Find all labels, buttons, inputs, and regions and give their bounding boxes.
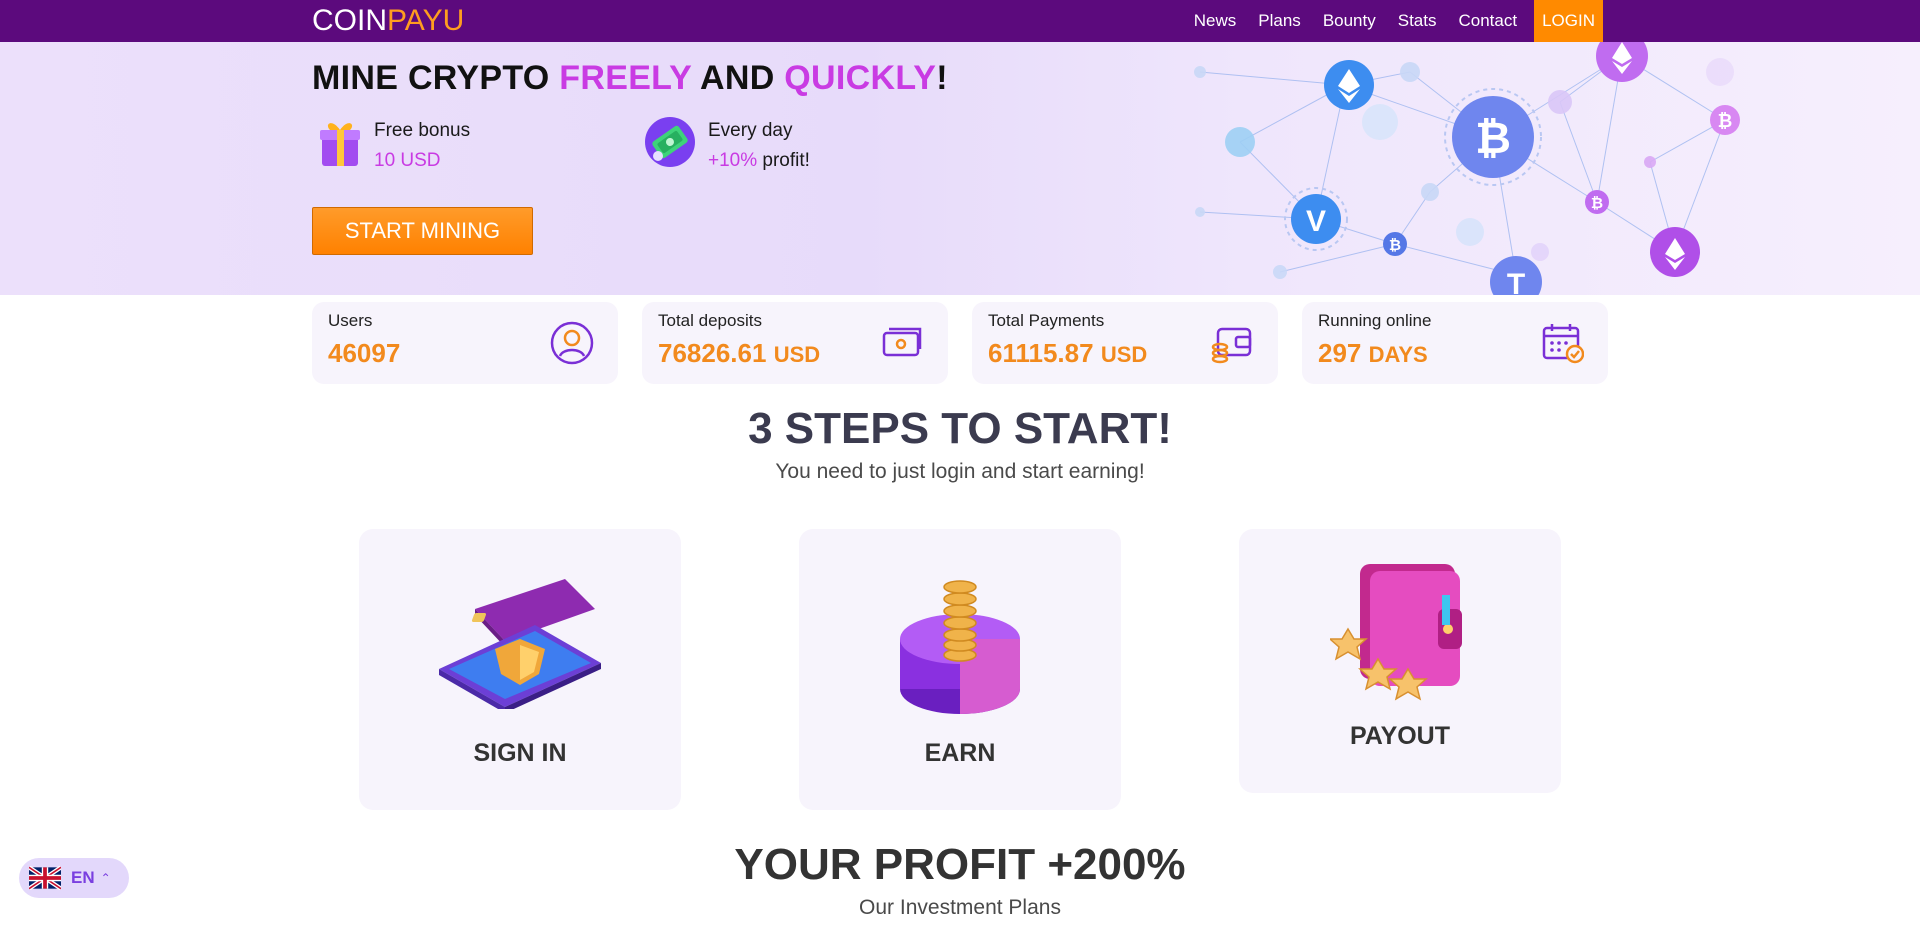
crypto-network-illustration: ₿ V T ₿ ₿ ₿	[1194, 42, 1740, 295]
stat-users: Users 46097	[312, 302, 618, 384]
step-payout: PAYOUT	[1239, 529, 1561, 793]
stat-number: 61115.87	[988, 338, 1094, 368]
hero-title-part: MINE CRYPTO	[312, 59, 560, 97]
ethereum-purple-node-icon	[1596, 42, 1648, 82]
ethereum-node-icon	[1324, 60, 1374, 110]
stat-unit: USD	[1100, 342, 1148, 367]
stat-label: Total Payments	[988, 311, 1105, 330]
stat-total-deposits: Total deposits 76826.61 USD	[642, 302, 948, 384]
bitcoin-node-icon: ₿	[1444, 88, 1542, 186]
bitcoin-small-icon: ₿	[1710, 105, 1740, 135]
daily-label: Every day	[708, 120, 793, 141]
feature-daily: Every day +10% profit!	[644, 116, 810, 176]
svg-text:₿: ₿	[1591, 195, 1603, 212]
steps-subtitle: You need to just login and start earning…	[775, 460, 1145, 483]
nav-stats[interactable]: Stats	[1387, 0, 1448, 42]
feature-bonus: Free bonus 10 USD	[318, 116, 470, 176]
cash-icon	[882, 327, 922, 357]
stat-value: 76826.61 USD	[658, 338, 820, 369]
user-circle-icon	[550, 321, 594, 365]
logo-part-payu: PAYU	[387, 4, 465, 37]
ethereum-purple-node-icon	[1650, 227, 1700, 277]
hero-title-part: !	[936, 59, 948, 97]
tether-node-icon: T	[1490, 256, 1542, 295]
logo-part-coin: COIN	[312, 4, 387, 37]
stat-running-online: Running online 297 DAYS	[1302, 302, 1608, 384]
stat-label: Users	[328, 311, 373, 330]
daily-percent: +10%	[708, 150, 758, 171]
uk-flag-icon	[29, 866, 61, 890]
bonus-text: Free bonus 10 USD	[374, 116, 470, 176]
bonus-amount: 10 USD	[374, 150, 441, 171]
stat-number: 297	[1318, 338, 1362, 368]
main-nav: News Plans Bounty Stats Contact LOGIN	[1183, 0, 1603, 42]
bitcoin-small-icon: ₿	[1585, 190, 1609, 214]
svg-text:₿: ₿	[1389, 237, 1401, 254]
step-sign-in: SIGN IN	[359, 529, 681, 810]
profit-subtitle: Our Investment Plans	[859, 896, 1061, 919]
stat-value: 46097	[328, 338, 400, 369]
calendar-check-icon	[1542, 324, 1584, 364]
navbar: COINPAYU News Plans Bounty Stats Contact…	[0, 0, 1920, 42]
stat-label: Total deposits	[658, 311, 762, 330]
phone-card-shield-icon	[439, 579, 601, 709]
svg-text:₿: ₿	[1475, 114, 1511, 163]
stat-unit: USD	[773, 342, 821, 367]
svg-text:₿: ₿	[1718, 111, 1733, 131]
login-button[interactable]: LOGIN	[1534, 0, 1603, 42]
step-name: SIGN IN	[473, 739, 567, 767]
hero-section: MINE CRYPTO FREELY AND QUICKLY! Free bon…	[0, 42, 1920, 295]
stat-total-payments: Total Payments 61115.87 USD	[972, 302, 1278, 384]
nav-news[interactable]: News	[1183, 0, 1248, 42]
wallet-coins-illustration	[1330, 564, 1462, 701]
nav-plans[interactable]: Plans	[1247, 0, 1312, 42]
step-name: PAYOUT	[1349, 722, 1451, 750]
svg-text:T: T	[1507, 268, 1525, 295]
start-mining-button[interactable]: START MINING	[312, 207, 533, 255]
hero-title-part: AND	[691, 59, 785, 97]
chevron-up-icon: ⌃	[100, 871, 111, 885]
nav-bounty[interactable]: Bounty	[1312, 0, 1387, 42]
vechain-node-icon: V	[1284, 187, 1348, 251]
stat-label: Running online	[1318, 311, 1432, 330]
hero-title: MINE CRYPTO FREELY AND QUICKLY!	[312, 59, 948, 98]
profit-title: YOUR PROFIT +200%	[734, 840, 1186, 889]
stat-unit: DAYS	[1368, 342, 1428, 367]
nav-contact[interactable]: Contact	[1448, 0, 1529, 42]
site-logo[interactable]: COINPAYU	[312, 5, 464, 37]
stat-number: 76826.61	[658, 338, 767, 368]
language-code: EN	[71, 868, 95, 887]
daily-profit-label: profit!	[757, 150, 810, 171]
svg-text:V: V	[1306, 205, 1326, 238]
gift-icon	[320, 123, 360, 166]
step-name: EARN	[924, 739, 996, 767]
hero-title-quickly: QUICKLY	[784, 59, 937, 97]
step-earn: EARN	[799, 529, 1121, 810]
steps-title: 3 STEPS TO START!	[748, 404, 1172, 453]
coins-pie-icon	[900, 580, 1020, 714]
hero-title-freely: FREELY	[559, 59, 692, 97]
daily-text: Every day +10% profit!	[708, 116, 810, 176]
language-switcher[interactable]: EN ⌃	[19, 858, 129, 898]
bonus-label: Free bonus	[374, 120, 471, 141]
wallet-coins-icon	[1211, 327, 1252, 364]
stat-value: 61115.87 USD	[988, 338, 1147, 369]
bitcoin-small-icon: ₿	[1383, 232, 1407, 256]
stat-value: 297 DAYS	[1318, 338, 1428, 369]
money-rocket-icon	[645, 117, 695, 167]
stat-number: 46097	[328, 338, 401, 368]
